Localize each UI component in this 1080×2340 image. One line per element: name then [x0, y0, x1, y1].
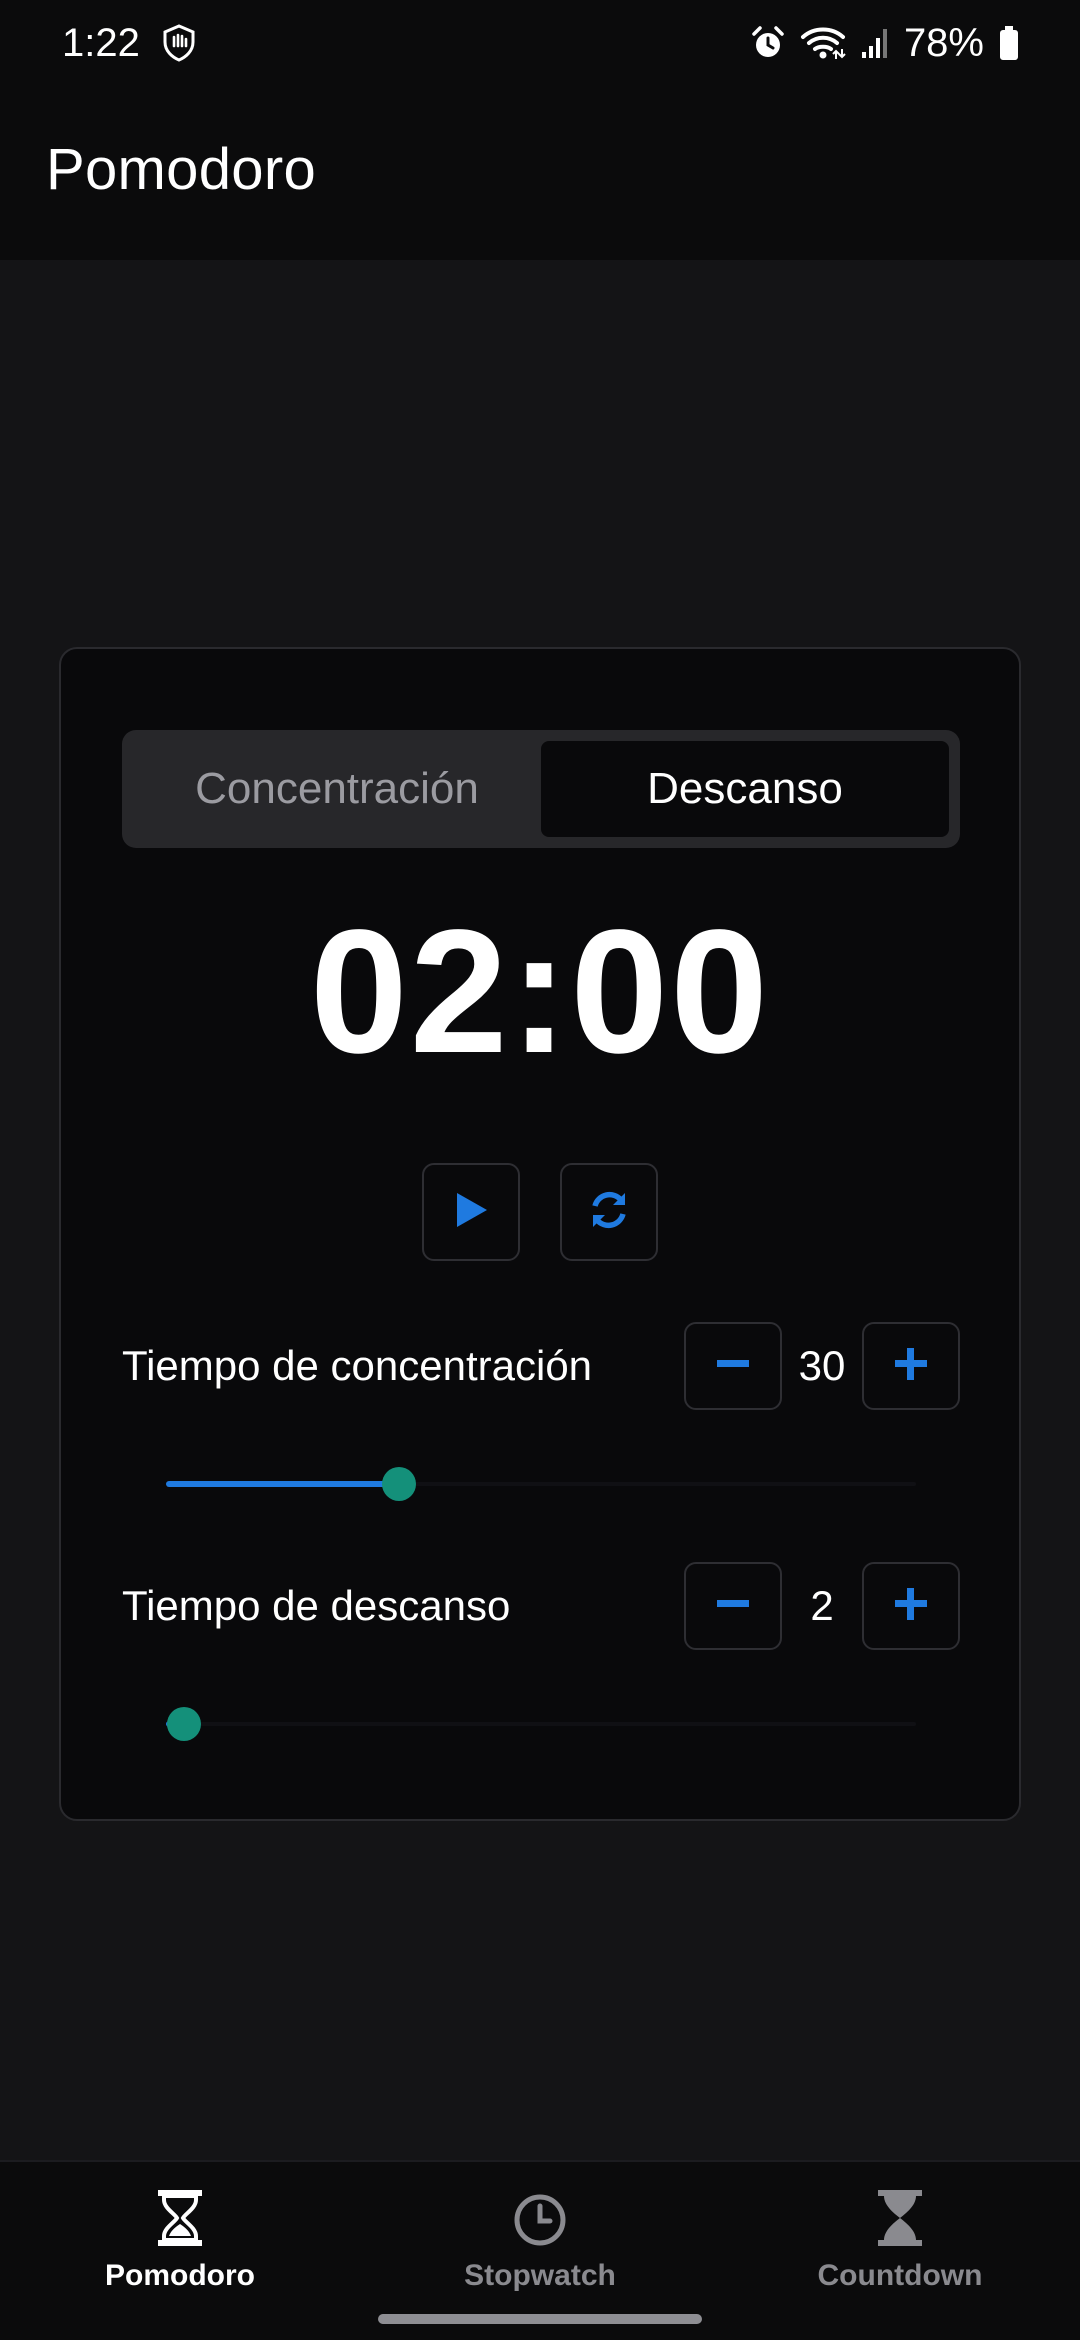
tab-descanso[interactable]: Descanso	[541, 741, 949, 837]
focus-time-stepper: 30	[684, 1322, 960, 1410]
hand-shield-icon	[162, 24, 196, 62]
timer-controls	[61, 1163, 1019, 1261]
hourglass-icon	[155, 2188, 205, 2253]
play-button[interactable]	[422, 1163, 520, 1261]
focus-time-value: 30	[798, 1342, 846, 1389]
timer-display: 02:00	[309, 894, 771, 1090]
focus-time-slider[interactable]	[166, 1464, 916, 1504]
hourglass-icon	[875, 2188, 925, 2253]
clock-icon	[512, 2188, 568, 2253]
pomodoro-card: Concentración Descanso 02:00 Tiempo de c…	[59, 647, 1021, 1821]
focus-time-row: Tiempo de concentración 30	[122, 1322, 960, 1410]
break-time-label: Tiempo de descanso	[122, 1582, 511, 1629]
slider-thumb[interactable]	[167, 1707, 201, 1741]
nav-label: Pomodoro	[105, 2259, 255, 2292]
break-increment-button[interactable]	[862, 1562, 960, 1650]
signal-icon	[860, 26, 890, 60]
slider-track	[166, 1722, 916, 1726]
wifi-icon	[800, 25, 846, 61]
break-time-value: 2	[810, 1582, 834, 1629]
battery-icon	[998, 25, 1020, 61]
minus-icon	[715, 1346, 751, 1387]
slider-thumb[interactable]	[382, 1467, 416, 1501]
slider-fill	[166, 1481, 399, 1487]
break-time-slider[interactable]	[166, 1704, 916, 1744]
refresh-icon	[587, 1188, 631, 1237]
focus-increment-button[interactable]	[862, 1322, 960, 1410]
bottom-navigation: Pomodoro Stopwatch Countdown	[0, 2160, 1080, 2340]
mode-segmented-control: Concentración Descanso	[122, 730, 960, 848]
nav-label: Stopwatch	[464, 2259, 616, 2292]
play-icon	[451, 1190, 491, 1235]
break-time-stepper: 2	[684, 1562, 960, 1650]
status-time: 1:22	[62, 20, 140, 65]
alarm-icon	[750, 25, 786, 61]
nav-pomodoro[interactable]: Pomodoro	[0, 2162, 360, 2340]
home-indicator[interactable]	[378, 2314, 702, 2324]
tab-concentracion[interactable]: Concentración	[133, 741, 541, 837]
reset-button[interactable]	[560, 1163, 658, 1261]
page-title: Pomodoro	[46, 136, 316, 202]
status-bar: 1:22 78%	[0, 0, 1080, 86]
plus-icon	[893, 1586, 929, 1627]
nav-countdown[interactable]: Countdown	[720, 2162, 1080, 2340]
focus-decrement-button[interactable]	[684, 1322, 782, 1410]
battery-percent: 78%	[903, 20, 984, 65]
nav-label: Countdown	[817, 2259, 983, 2292]
focus-time-label: Tiempo de concentración	[122, 1342, 593, 1389]
break-time-row: Tiempo de descanso 2	[122, 1562, 960, 1650]
break-decrement-button[interactable]	[684, 1562, 782, 1650]
app-bar: Pomodoro	[0, 86, 1080, 260]
plus-icon	[893, 1346, 929, 1387]
minus-icon	[715, 1586, 751, 1627]
